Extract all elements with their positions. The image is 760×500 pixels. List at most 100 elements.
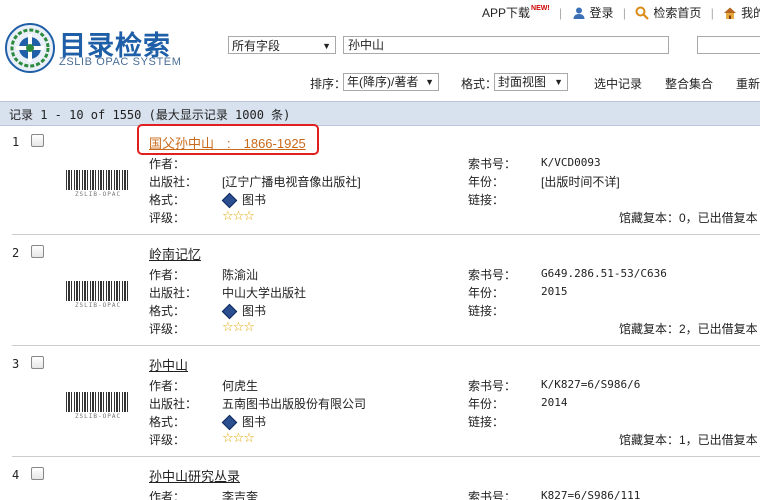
record-checkbox[interactable] [31,356,44,369]
call-number-label: 索书号： [468,490,517,500]
dropdown-arrow-icon: ▼ [554,77,563,87]
record-item: 3 ZSLIB-OPAC 孙中山 作者： 何虎生 出版社： 五南图书出版股份有限… [0,348,760,460]
select-records-link[interactable]: 选中记录 [594,75,642,92]
year-value: 2015 [541,285,568,298]
search-home-link[interactable]: 检索首页 [635,4,701,21]
call-number-label: 索书号： [468,157,517,171]
author-value[interactable]: 陈渝汕 [222,266,258,283]
new-badge: NEW! [531,5,550,12]
library-emblem-icon [5,23,55,73]
book-cover-placeholder[interactable] [66,392,130,412]
author-value[interactable]: 李吉奎 [222,488,258,500]
rating-stars[interactable]: ☆☆☆ [222,319,255,335]
format-value: 图书 [221,191,266,209]
format-select[interactable]: 封面视图 ▼ [494,73,568,91]
search-icon [635,6,650,20]
publisher-value: 中山大学出版社 [222,286,307,300]
year-value: [出版时间不详] [541,175,620,189]
sort-label: 排序： [310,77,347,91]
book-cover-placeholder[interactable] [66,281,130,301]
record-number: 2 [12,246,20,260]
year-label: 年份： [468,286,505,300]
year-label: 年份： [468,175,505,189]
record-number: 1 [12,135,20,149]
cover-label: ZSLIB-OPAC [74,302,122,309]
login-link[interactable]: 登录 [572,4,614,21]
divider: | [559,5,563,20]
publisher-value: 五南图书出版股份有限公司 [222,397,367,411]
record-divider [12,345,760,346]
author-label: 作者： [149,157,186,171]
user-icon [573,7,584,19]
publisher-label: 出版社： [149,397,198,411]
record-checkbox[interactable] [31,467,44,480]
format-label: 格式： [149,193,186,207]
call-number-value: K/K827=6/S986/6 [541,378,641,391]
sort-select[interactable]: 年(降序)/著者 ▼ [343,73,439,91]
link-label: 链接： [468,415,505,429]
rating-label: 评级： [149,322,186,336]
home-icon [724,7,737,19]
divider: | [622,5,626,20]
app-download-link[interactable]: APP下载NEW! [482,4,550,21]
format-label: 格式： [149,304,186,318]
call-number-value: K827=6/S986/111 [541,489,641,500]
call-number-value: G649.286.51-53/C636 [541,267,667,280]
record-number: 3 [12,357,20,371]
call-number-value: K/VCD0093 [541,156,601,169]
record-number: 4 [12,468,20,482]
secondary-search-input[interactable] [697,36,760,54]
record-checkbox[interactable] [31,245,44,258]
search-field-select[interactable]: 所有字段 ▼ [228,36,336,54]
publisher-value: [辽宁广播电视音像出版社] [222,175,361,189]
book-cover-placeholder[interactable] [66,170,130,190]
record-divider [12,234,760,235]
link-label: 链接： [468,193,505,207]
book-icon [221,193,238,209]
refresh-link[interactable]: 重新 [736,75,760,92]
call-number-label: 索书号： [468,379,517,393]
record-divider [12,456,760,457]
record-item: 1 ZSLIB-OPAC 国父孙中山 : 1866-1925 作者： 出版社： … [0,126,760,238]
merge-set-link[interactable]: 整合集合 [665,75,713,92]
divider: | [710,5,714,20]
highlight-annotation [137,124,319,155]
record-title-link[interactable]: 孙中山研究丛录 [149,466,240,485]
dropdown-arrow-icon: ▼ [322,41,331,51]
format-label: 格式： [149,415,186,429]
book-icon [221,415,238,431]
author-label: 作者： [149,379,186,393]
year-value: 2014 [541,396,568,409]
link-label: 链接： [468,304,505,318]
record-item: 2 ZSLIB-OPAC 岭南记忆 作者： 陈渝汕 出版社： 中山大学出版社 格… [0,237,760,349]
holdings-info: 馆藏复本：1，已出借复本 [619,433,758,447]
rating-label: 评级： [149,211,186,225]
publisher-label: 出版社： [149,175,198,189]
search-input[interactable]: 孙中山 [343,36,669,54]
site-logo[interactable]: 目录检索 ZSLIB OPAC SYSTEM [2,22,182,74]
dropdown-arrow-icon: ▼ [425,77,434,87]
format-value: 图书 [221,302,266,320]
author-label: 作者： [149,268,186,282]
publisher-label: 出版社： [149,286,198,300]
author-label: 作者： [149,490,186,500]
format-value: 图书 [221,413,266,431]
call-number-label: 索书号： [468,268,517,282]
my-library-link[interactable]: 我的图书 [723,4,760,21]
holdings-info: 馆藏复本：2，已出借复本 [619,322,758,336]
cover-label: ZSLIB-OPAC [74,413,122,420]
records-count: 记录 1 - 10 of 1550 (最大显示记录 1000 条) [9,108,291,122]
book-icon [221,304,238,320]
record-item: 4 孙中山研究丛录 作者： 李吉奎 索书号： K827=6/S986/111 [0,459,760,500]
year-label: 年份： [468,397,505,411]
author-value[interactable]: 何虎生 [222,377,258,394]
rating-label: 评级： [149,433,186,447]
rating-stars[interactable]: ☆☆☆ [222,430,255,446]
holdings-info: 馆藏复本：0，已出借复本 [619,211,758,225]
rating-stars[interactable]: ☆☆☆ [222,208,255,224]
cover-label: ZSLIB-OPAC [74,191,122,198]
format-label: 格式： [461,77,498,91]
record-checkbox[interactable] [31,134,44,147]
record-title-link[interactable]: 孙中山 [149,355,188,374]
record-title-link[interactable]: 岭南记忆 [149,244,201,263]
